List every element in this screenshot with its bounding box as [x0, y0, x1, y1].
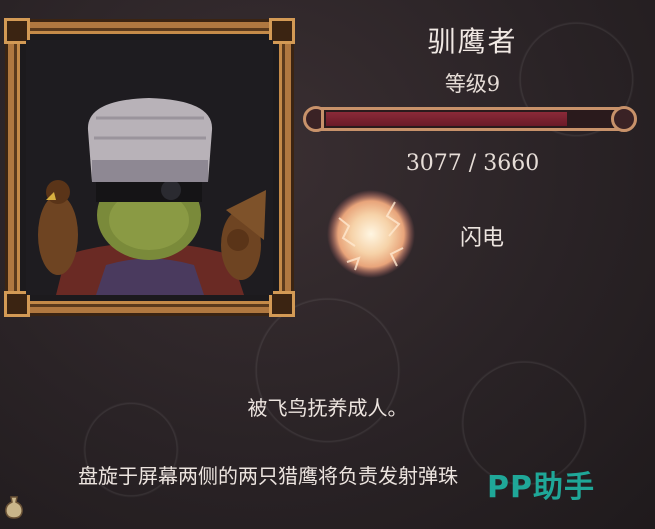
character-level: 等级9: [444, 72, 501, 96]
pouch-icon[interactable]: [3, 495, 25, 519]
watermark-logo: PP助手: [487, 470, 595, 505]
description-line-1: 被飞鸟抚养成人。: [247, 396, 408, 420]
falconer-portrait: [26, 40, 273, 295]
bar-cap-ornament: [611, 106, 637, 132]
lightning-orb-icon: [327, 190, 415, 278]
experience-track: [321, 107, 619, 131]
skill-name: 闪电: [460, 226, 505, 251]
experience-bar: [303, 102, 637, 136]
experience-fill: [326, 112, 568, 126]
character-name: 驯鹰者: [427, 25, 518, 58]
description-line-2: 盘旋于屏幕两侧的两只猎鹰将负责发射弹珠: [78, 464, 458, 488]
character-portrait-frame: [4, 18, 295, 317]
experience-value: 3077 / 3660: [405, 151, 540, 176]
